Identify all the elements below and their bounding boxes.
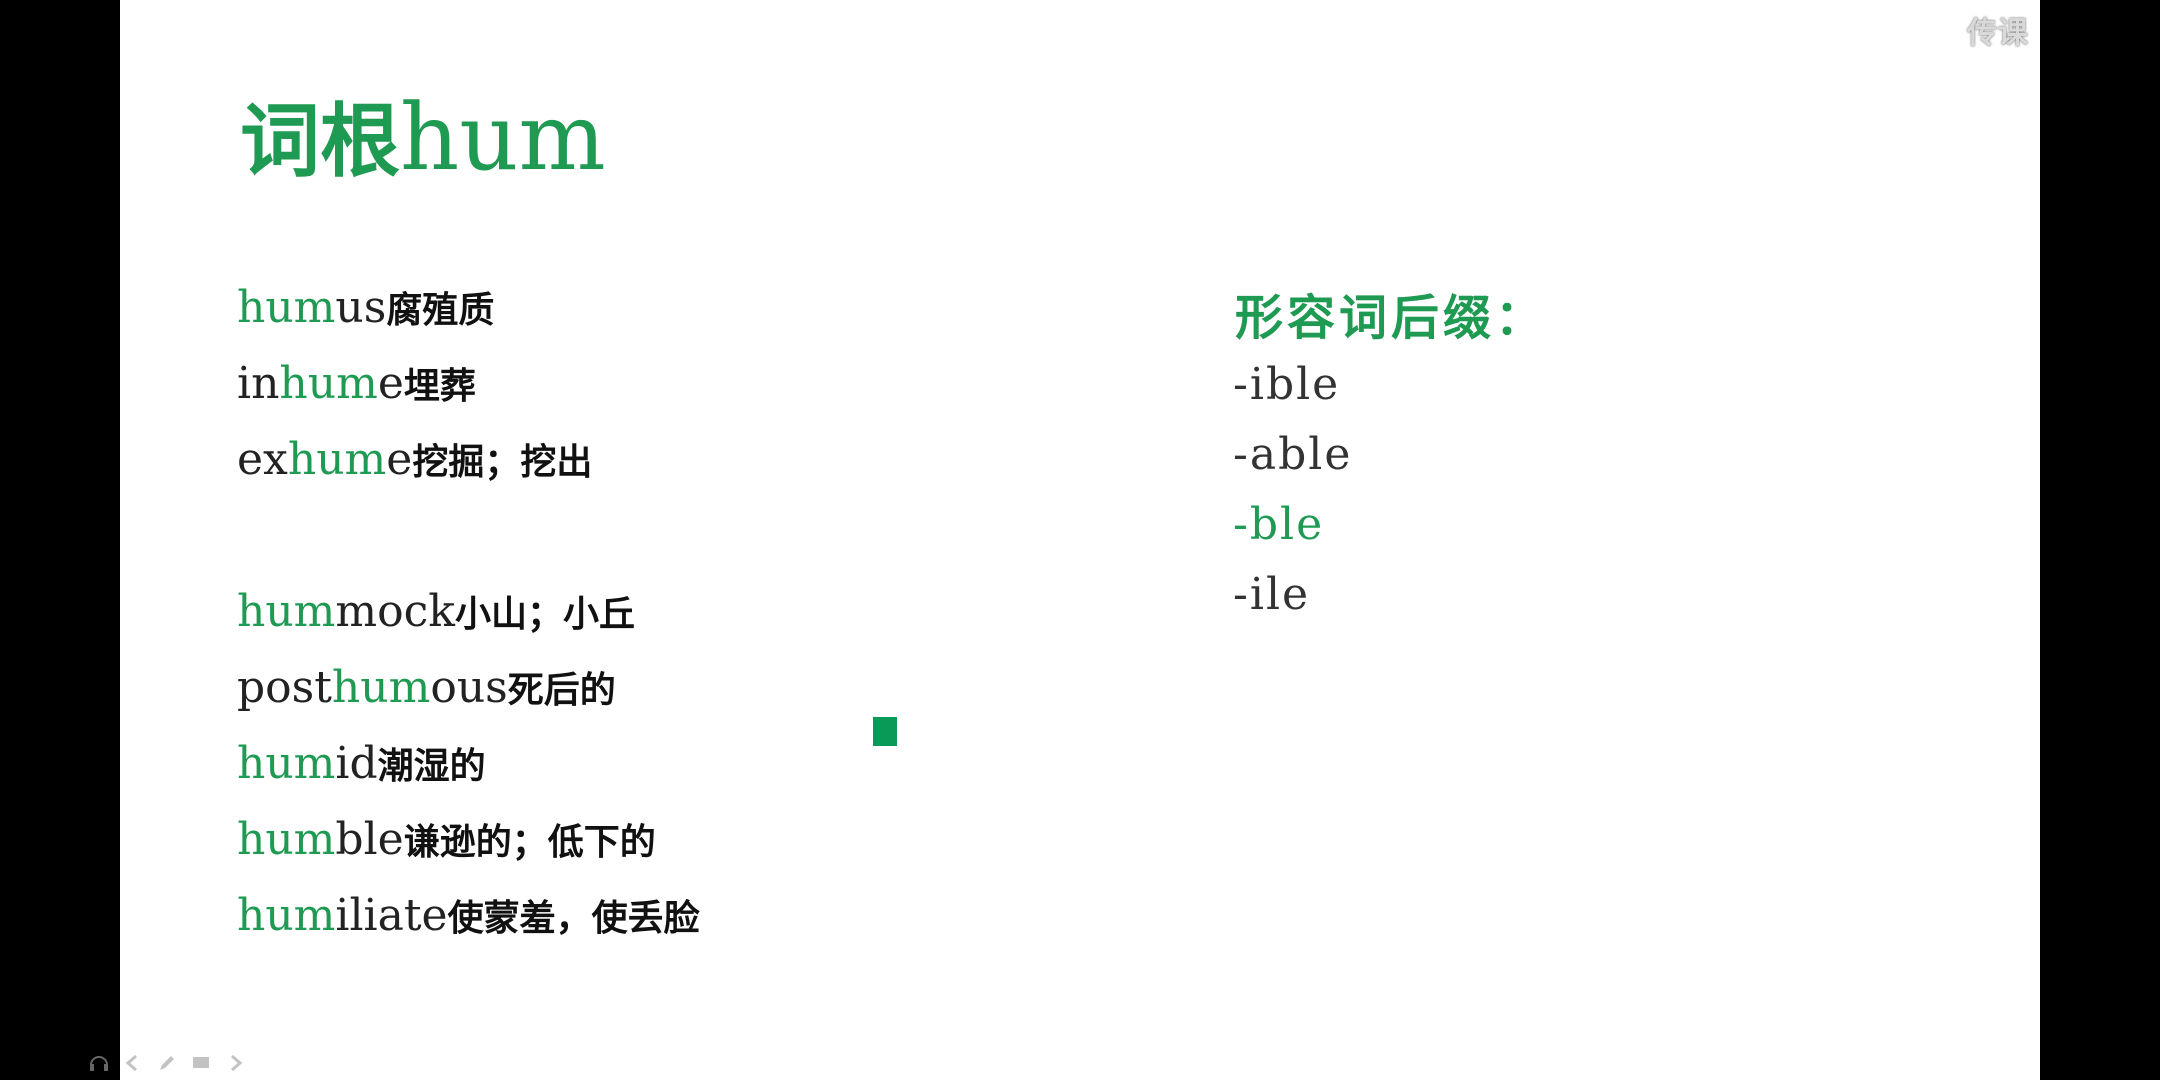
arrow-right-icon[interactable]: [224, 1052, 246, 1074]
player-toolbar: [88, 1052, 246, 1074]
suffix-list: -ible -able -ble -ile: [1233, 350, 1352, 630]
page-title: 词根hum: [240, 92, 606, 184]
pencil-icon[interactable]: [156, 1052, 178, 1074]
list-item: exhume挖掘；挖出: [237, 434, 593, 485]
list-item: humus腐殖质: [237, 282, 495, 333]
list-item: humble谦逊的；低下的: [237, 814, 656, 865]
title-root: hum: [400, 84, 606, 191]
headphones-icon[interactable]: [88, 1052, 110, 1074]
watermark-logo: 传课: [1967, 16, 2029, 51]
slide: 词根hum humus腐殖质 inhume埋葬 exhume挖掘；挖出 humm…: [120, 0, 2040, 1080]
screen-icon[interactable]: [190, 1052, 212, 1074]
suffix-item: -ile: [1233, 569, 1311, 620]
title-chinese: 词根: [240, 95, 400, 188]
list-item: humid潮湿的: [237, 738, 486, 789]
list-item: inhume埋葬: [237, 358, 476, 409]
word-list: humus腐殖质 inhume埋葬 exhume挖掘；挖出 hummock小山；…: [237, 270, 700, 954]
list-item: hummock小山；小丘: [237, 586, 635, 637]
arrow-left-icon[interactable]: [122, 1052, 144, 1074]
suffix-item-highlighted: -ble: [1233, 499, 1325, 550]
pointer-marker: [873, 717, 897, 746]
list-item: posthumous死后的: [237, 662, 616, 713]
suffix-heading: 形容词后缀：: [1235, 290, 1548, 346]
suffix-item: -ible: [1233, 359, 1341, 410]
list-item: humiliate使蒙羞，使丢脸: [237, 890, 700, 941]
suffix-item: -able: [1233, 429, 1353, 480]
